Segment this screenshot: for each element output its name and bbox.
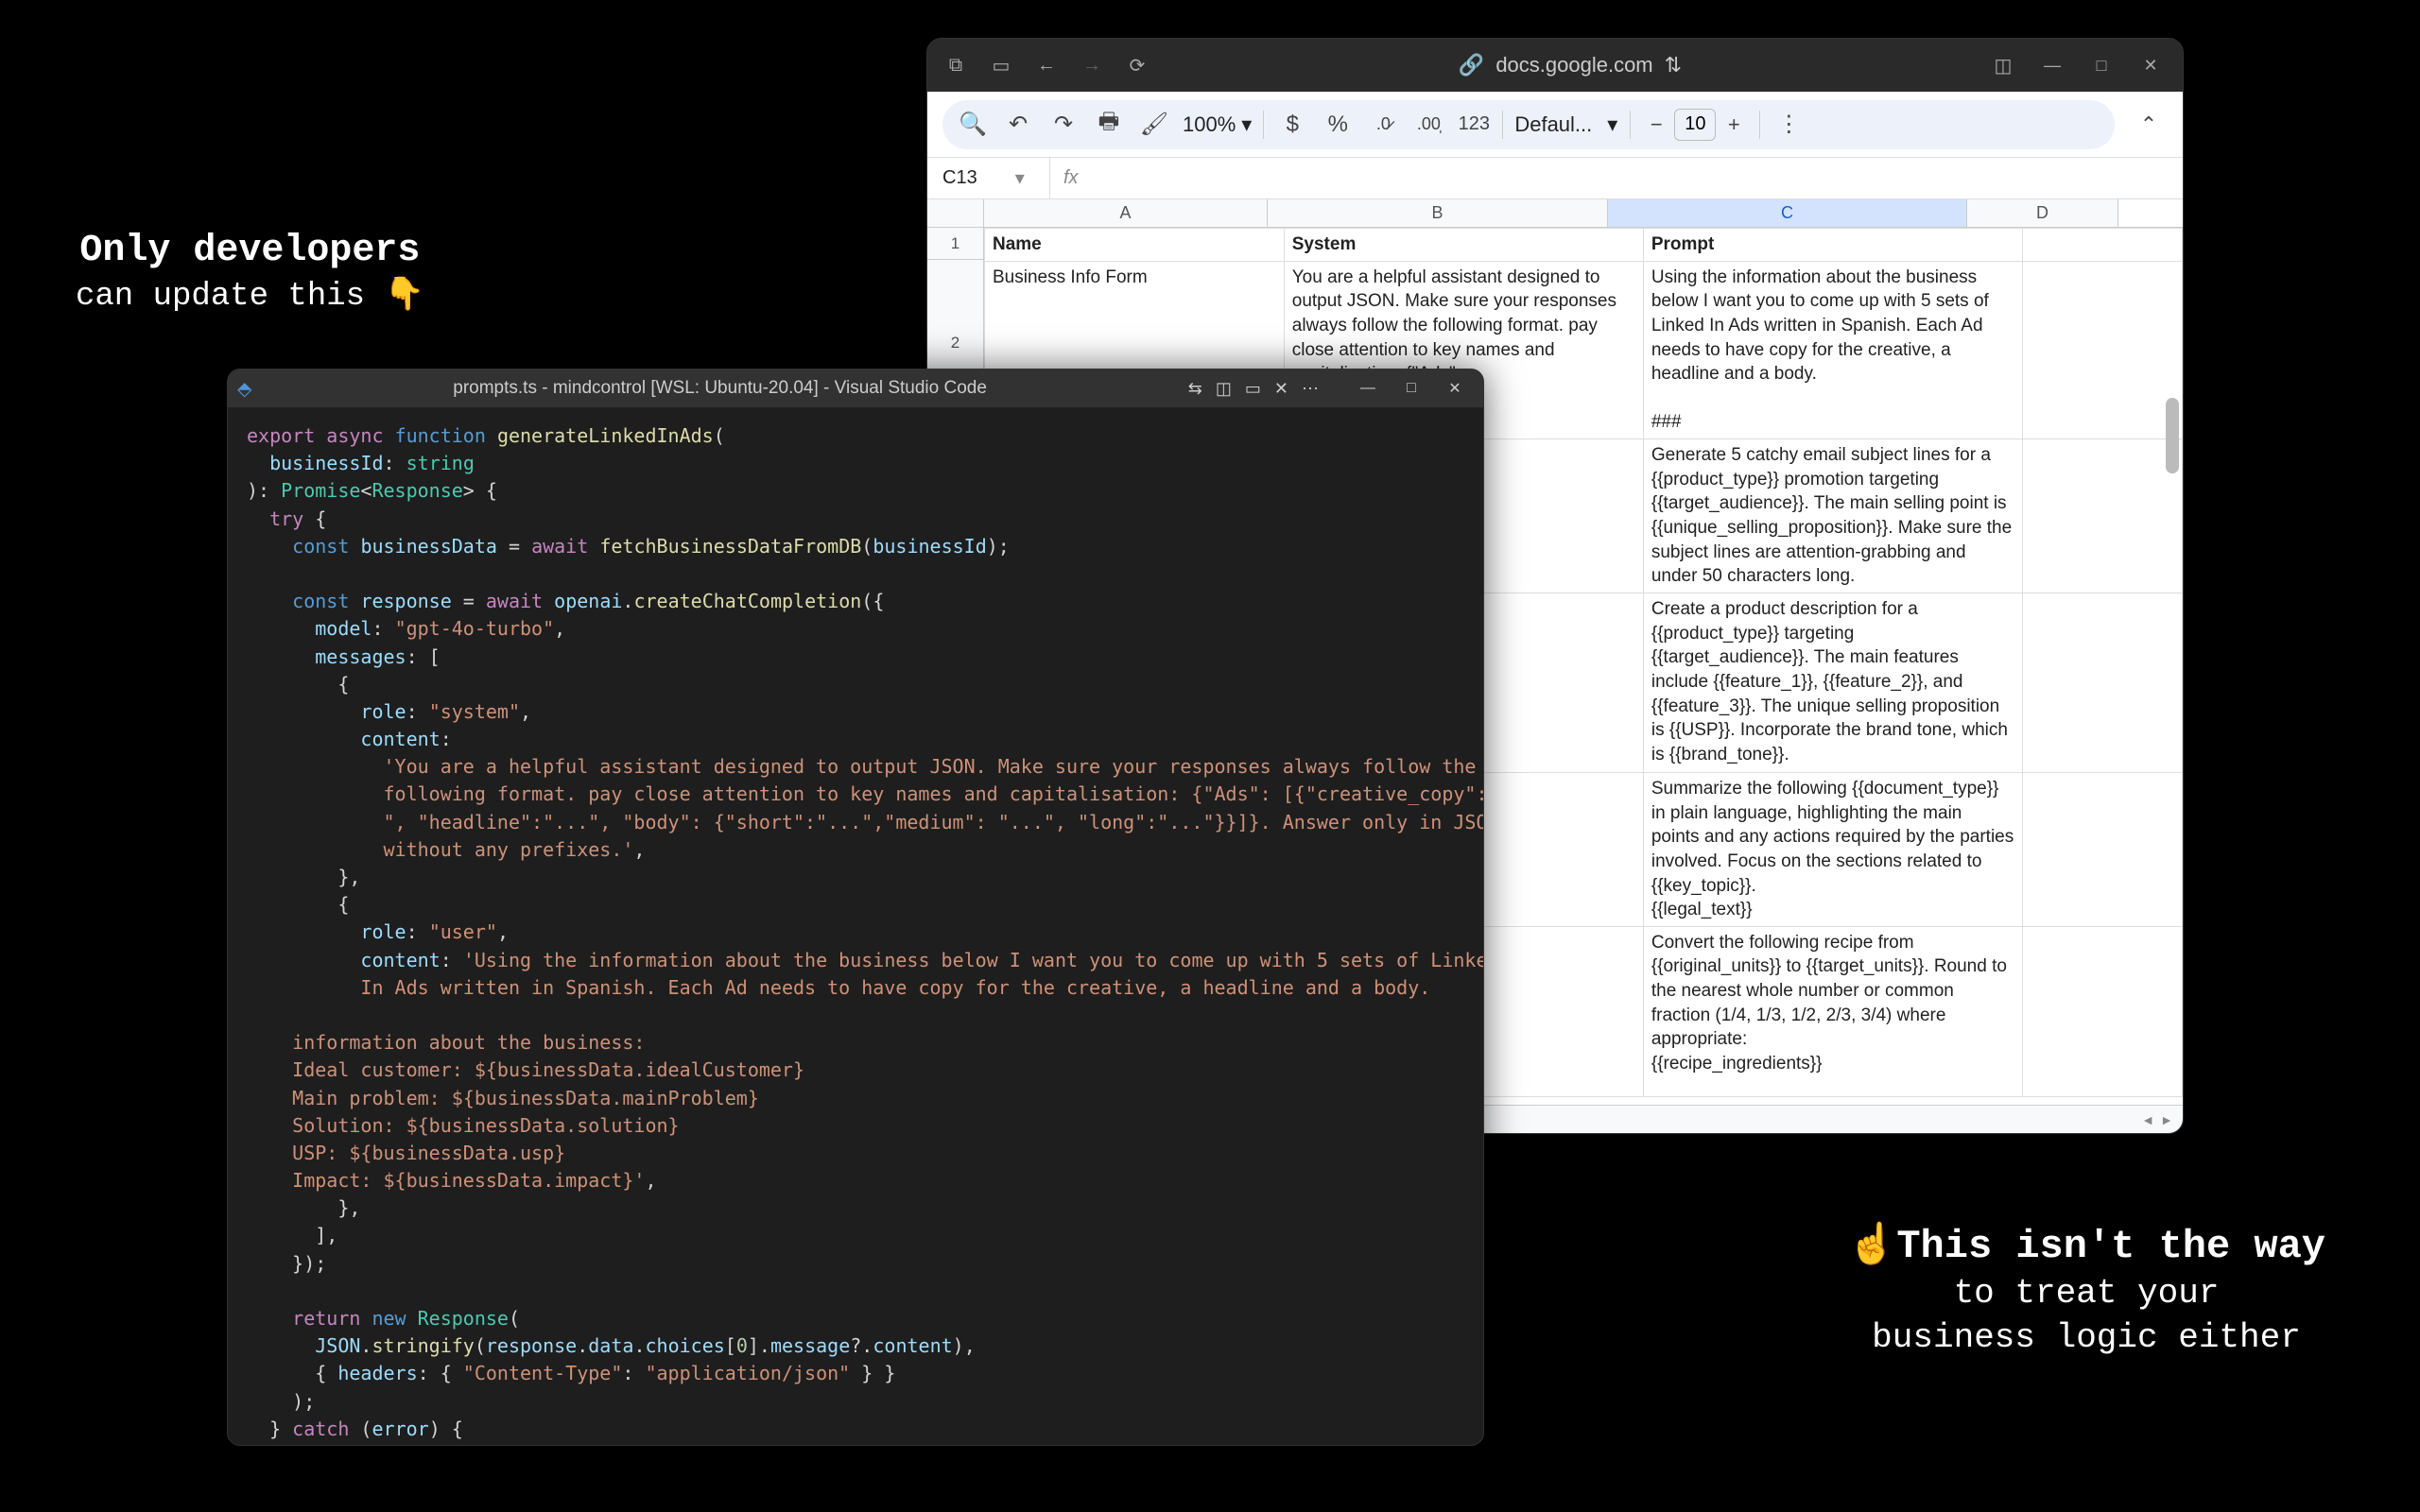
cell[interactable]: Prompt xyxy=(1643,229,2022,262)
close-button[interactable]: ✕ xyxy=(1436,374,1474,403)
annotation-business-logic: ☝️This isn't the way to treat your busin… xyxy=(1847,1221,2325,1361)
vscode-titlebar: ⬘ prompts.ts - mindcontrol [WSL: Ubuntu-… xyxy=(228,369,1483,407)
panel-icon[interactable]: ▭ xyxy=(986,50,1016,80)
table-row: NameSystemPrompt xyxy=(985,229,2183,262)
vscode-window: ⬘ prompts.ts - mindcontrol [WSL: Ubuntu-… xyxy=(227,369,1484,1446)
minimize-button[interactable]: — xyxy=(1349,374,1387,403)
font-select[interactable]: Defaul... ▾ xyxy=(1514,112,1618,137)
maximize-button[interactable]: □ xyxy=(1392,374,1430,403)
reload-button[interactable]: ⟳ xyxy=(1122,50,1152,80)
vertical-scrollbar[interactable] xyxy=(2166,398,2179,473)
close-tab-icon[interactable]: ✕ xyxy=(1274,379,1288,399)
cell[interactable]: Create a product description for a {{pro… xyxy=(1643,593,2022,772)
cell[interactable] xyxy=(2023,439,2183,593)
percent-button[interactable]: % xyxy=(1321,108,1355,142)
fx-label: fx xyxy=(1050,167,1092,189)
scroll-left-icon[interactable]: ◄ xyxy=(2141,1112,2154,1127)
cell[interactable] xyxy=(2023,229,2183,262)
number-format-button[interactable]: 123 xyxy=(1457,108,1491,142)
more-icon[interactable]: ⋯ xyxy=(1302,379,1319,399)
paint-format-button[interactable]: 🖌 xyxy=(1137,108,1171,142)
cell-reference-input[interactable]: C13 ▾ xyxy=(927,158,1050,198)
column-header-b[interactable]: B xyxy=(1268,199,1608,227)
cell[interactable]: Generate 5 catchy email subject lines fo… xyxy=(1643,439,2022,593)
annotation-developers: Only developers can update this 👇 xyxy=(76,227,424,318)
split-editor-icon[interactable]: ◫ xyxy=(1216,379,1232,399)
cell[interactable]: Convert the following recipe from {{orig… xyxy=(1643,926,2022,1096)
vscode-icon: ⬘ xyxy=(237,377,251,401)
scroll-right-icon[interactable]: ► xyxy=(2160,1112,2173,1127)
back-button[interactable]: ← xyxy=(1031,50,1062,80)
annotation-r2: to treat your xyxy=(1847,1272,2325,1316)
cell[interactable]: System xyxy=(1284,229,1643,262)
cell[interactable] xyxy=(2023,261,2183,438)
increase-font-button[interactable]: + xyxy=(1720,111,1748,139)
browser-titlebar: ⧉ ▭ ← → ⟳ 🔗 docs.google.com ⇅ ◫ — □ ✕ xyxy=(927,39,2183,92)
font-size-control: − 10 + xyxy=(1642,109,1748,141)
select-all-corner[interactable] xyxy=(927,199,984,227)
column-headers: A B C D xyxy=(927,199,2183,228)
cell[interactable] xyxy=(2023,926,2183,1096)
zoom-select[interactable]: 100% ▾ xyxy=(1183,112,1252,137)
annotation-line-1: Only developers xyxy=(76,227,424,276)
cell[interactable] xyxy=(2023,593,2183,772)
tune-icon: ⇅ xyxy=(1665,53,1682,77)
split-icon[interactable]: ◫ xyxy=(1988,50,2018,80)
compare-icon[interactable]: ⇆ xyxy=(1188,379,1202,399)
cell[interactable]: Summarize the following {{document_type}… xyxy=(1643,772,2022,926)
more-options-button[interactable]: ⋮ xyxy=(1772,108,1806,142)
decrease-decimal-button[interactable]: .0̷ xyxy=(1366,108,1400,142)
annotation-line-2: can update this 👇 xyxy=(76,276,424,318)
address-bar[interactable]: 🔗 docs.google.com ⇅ xyxy=(1167,53,1973,77)
font-size-value[interactable]: 10 xyxy=(1674,109,1716,141)
column-header-a[interactable]: A xyxy=(984,199,1268,227)
formula-bar: C13 ▾ fx xyxy=(927,158,2183,199)
expand-toolbar-button[interactable]: ⌃ xyxy=(2130,106,2168,144)
column-header-d[interactable]: D xyxy=(1967,199,2118,227)
chevron-down-icon: ▾ xyxy=(1241,112,1252,137)
cell[interactable]: Using the information about the business… xyxy=(1643,261,2022,438)
search-icon[interactable]: 🔍 xyxy=(956,108,990,142)
url-text: docs.google.com xyxy=(1495,53,1652,77)
cell[interactable]: Name xyxy=(985,229,1285,262)
chevron-down-icon: ▾ xyxy=(1015,166,1025,190)
sidebar-toggle-icon[interactable]: ⧉ xyxy=(941,50,971,80)
column-header-c[interactable]: C xyxy=(1608,199,1967,227)
cell[interactable] xyxy=(2023,772,2183,926)
close-button[interactable]: ✕ xyxy=(2132,50,2169,80)
print-button[interactable]: 🖶 xyxy=(1092,108,1126,142)
increase-decimal-button[interactable]: .00̩ xyxy=(1411,108,1445,142)
annotation-r1: ☝️This isn't the way xyxy=(1847,1221,2325,1273)
minimize-button[interactable]: — xyxy=(2033,50,2071,80)
row-header[interactable]: 1 xyxy=(927,228,983,260)
window-title: prompts.ts - mindcontrol [WSL: Ubuntu-20… xyxy=(263,378,1176,399)
maximize-button[interactable]: □ xyxy=(2083,50,2120,80)
undo-button[interactable]: ↶ xyxy=(1001,108,1035,142)
decrease-font-button[interactable]: − xyxy=(1642,111,1670,139)
annotation-r3: business logic either xyxy=(1847,1316,2325,1361)
lock-icon: 🔗 xyxy=(1459,53,1484,77)
code-editor[interactable]: export async function generateLinkedInAd… xyxy=(228,407,1483,1446)
currency-button[interactable]: $ xyxy=(1275,108,1309,142)
layout-icon[interactable]: ▭ xyxy=(1245,379,1261,399)
redo-button[interactable]: ↷ xyxy=(1046,108,1080,142)
chevron-down-icon: ▾ xyxy=(1607,112,1617,137)
sheets-toolbar: 🔍 ↶ ↷ 🖶 🖌 100% ▾ $ % .0̷ .00̩ 123 Defaul… xyxy=(927,92,2183,158)
forward-button[interactable]: → xyxy=(1077,50,1107,80)
